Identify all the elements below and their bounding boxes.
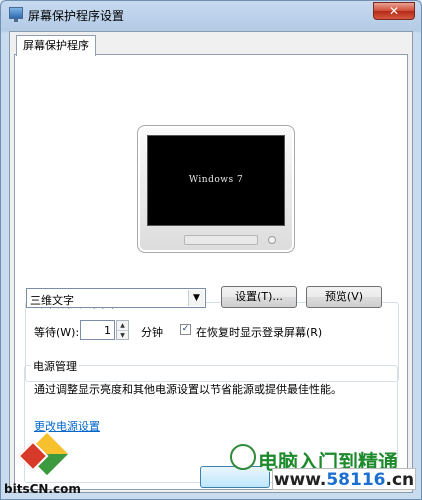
- preview-screen: Windows 7: [147, 135, 285, 226]
- window-title: 屏幕保护程序设置: [28, 9, 125, 23]
- monitor-icon: [9, 7, 23, 22]
- resume-logon-checkbox[interactable]: ✓: [180, 324, 191, 335]
- screensaver-select[interactable]: 三维文字 ▼: [26, 288, 206, 308]
- wait-minutes-input[interactable]: 1: [80, 320, 115, 340]
- wait-minutes-value: 1: [104, 324, 111, 337]
- power-description: 通过调整显示亮度和其他电源设置以节省能源或提供最佳性能。: [34, 383, 342, 396]
- wait-stepper[interactable]: ▲ ▼: [116, 320, 129, 340]
- monitor-drive-slot: [184, 235, 258, 245]
- watermark-left-text: bitsCN.com: [4, 482, 81, 496]
- wait-unit-label: 分钟: [141, 326, 163, 339]
- screensaver-select-value: 三维文字: [30, 294, 74, 307]
- close-button[interactable]: ✕: [373, 2, 415, 20]
- watermark-url-prefix: www.: [273, 470, 327, 490]
- monitor-power-led: [268, 236, 276, 244]
- monitor-preview: Windows 7: [137, 125, 295, 253]
- arrow-down-icon[interactable]: ▼: [117, 331, 128, 340]
- power-group-label: 电源管理: [31, 358, 79, 374]
- preview-button[interactable]: 预览(V): [306, 286, 382, 308]
- watermark-url-suffix: .cn: [385, 470, 415, 490]
- watermark-stamp-icon: [230, 444, 256, 470]
- bitscn-watermark: bitsCN.com: [4, 429, 114, 497]
- watermark-right-url: www.58116.cn: [272, 468, 416, 490]
- watermark-url-domain: 58116: [326, 470, 386, 490]
- arrow-up-icon[interactable]: ▲: [117, 321, 128, 331]
- resume-logon-label[interactable]: 在恢复时显示登录屏幕(R): [196, 324, 322, 340]
- chevron-down-icon[interactable]: ▼: [188, 290, 204, 306]
- settings-button[interactable]: 设置(T)...: [221, 286, 297, 308]
- tab-screensaver[interactable]: 屏幕保护程序: [16, 35, 96, 56]
- preview-screen-text: Windows 7: [188, 175, 244, 185]
- wait-label: 等待(W):: [34, 326, 80, 339]
- title-bar[interactable]: 屏幕保护程序设置 ✕: [1, 1, 421, 27]
